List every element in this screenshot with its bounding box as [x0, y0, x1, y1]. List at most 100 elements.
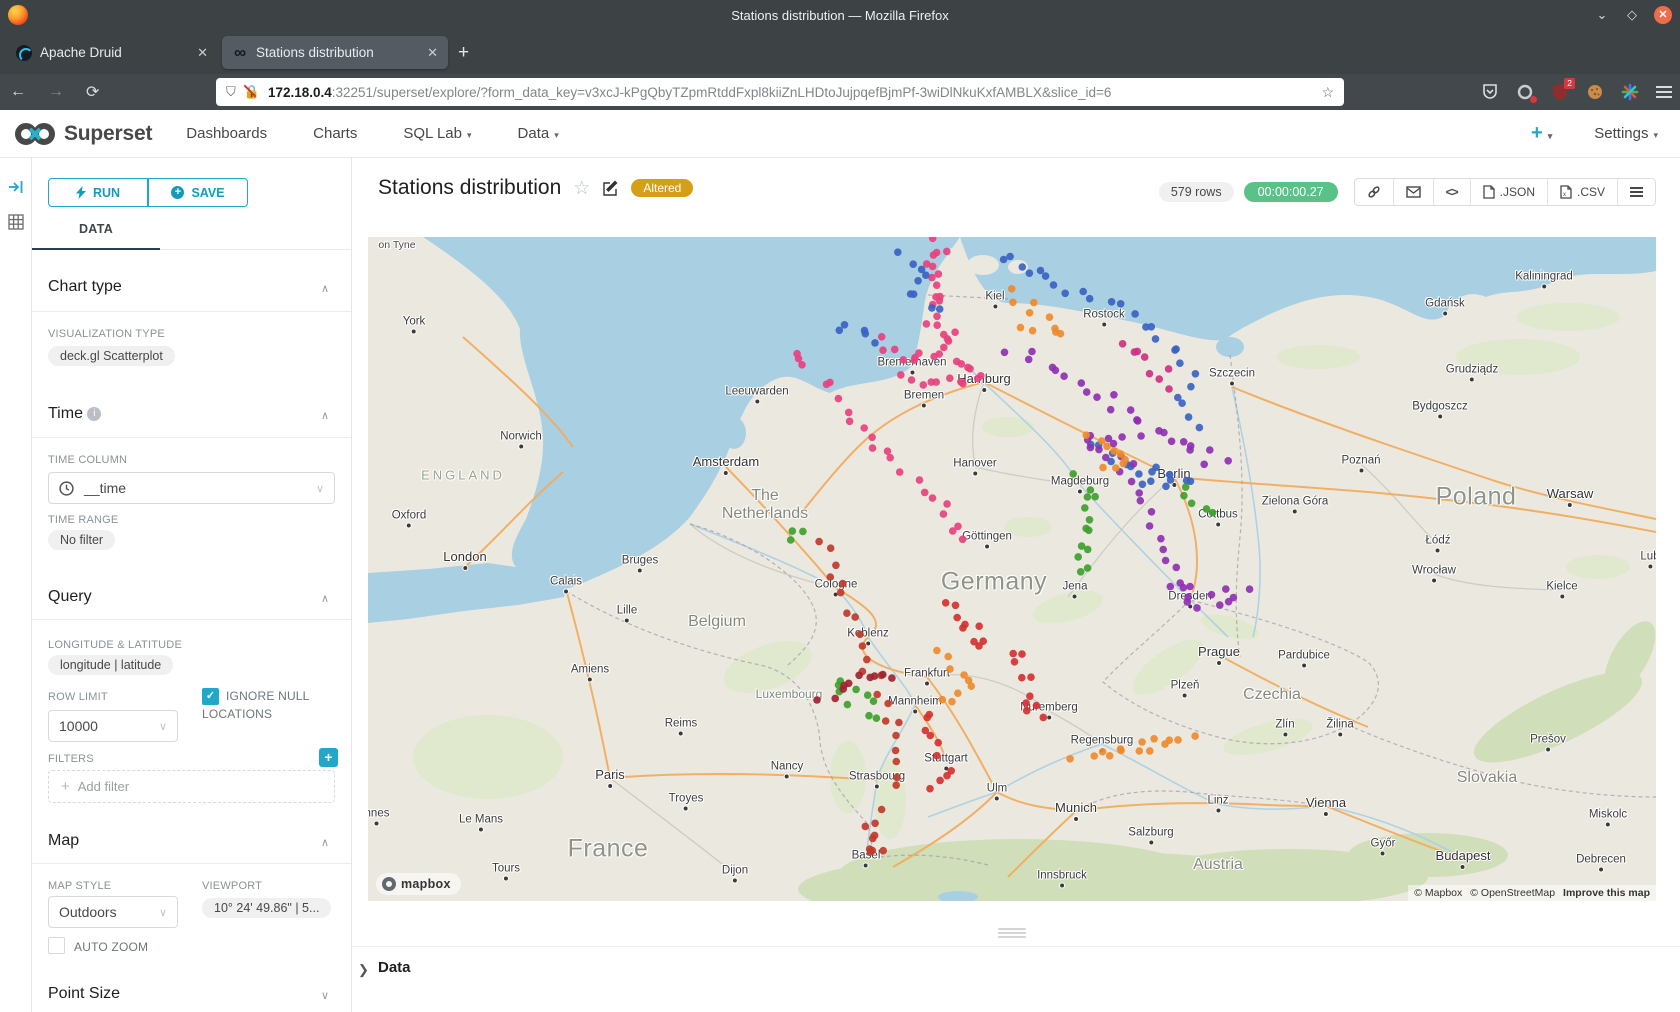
auto-zoom-checkbox[interactable]	[48, 937, 65, 959]
tab-bar: Apache Druid ✕ ∞ Stations distribution ✕…	[0, 30, 1680, 74]
copy-link-button[interactable]	[1355, 179, 1393, 205]
nav-charts[interactable]: Charts	[313, 125, 357, 142]
lonlat-value[interactable]: longitude | latitude	[48, 655, 173, 675]
attrib-osm[interactable]: © OpenStreetMap	[1470, 887, 1555, 899]
extension-alert-badge	[1530, 96, 1537, 103]
maximize-icon[interactable]: ◇	[1624, 7, 1640, 23]
row-count-badge: 579 rows	[1159, 182, 1234, 202]
druid-favicon	[16, 45, 32, 61]
extension-ring-icon[interactable]	[1516, 83, 1534, 101]
nav-data[interactable]: Data▾	[518, 125, 559, 142]
back-icon[interactable]: ←	[10, 83, 26, 101]
ublock-count-badge: 2	[1564, 78, 1575, 89]
menu-icon[interactable]	[1656, 86, 1672, 98]
tab-close-icon[interactable]: ✕	[197, 45, 208, 61]
superset-logo[interactable]: Superset	[14, 121, 152, 147]
data-panel-toggle[interactable]: ❯ Data	[352, 946, 1680, 1012]
settings-menu[interactable]: Settings▾	[1594, 125, 1658, 142]
favorite-star-icon[interactable]: ☆	[573, 177, 590, 200]
forward-icon[interactable]: →	[48, 83, 64, 101]
nav-dashboards[interactable]: Dashboards	[186, 125, 267, 142]
mapbox-icon	[382, 877, 396, 891]
menu-icon	[1630, 185, 1643, 199]
control-panel: RUN + SAVE DATA Chart type ∧ VISUALIZATI…	[32, 158, 352, 1012]
superset-favicon: ∞	[232, 45, 248, 61]
tab-data[interactable]: DATA	[32, 210, 160, 250]
nav-sql-lab[interactable]: SQL Lab▾	[403, 125, 471, 142]
chevron-down-icon[interactable]: ∨	[321, 989, 329, 1002]
mapbox-logo[interactable]: mapbox	[376, 873, 461, 895]
brand-name: Superset	[64, 122, 152, 146]
viz-type-value[interactable]: deck.gl Scatterplot	[48, 346, 175, 366]
plus-icon: +	[61, 778, 70, 795]
export-csv-button[interactable]: x .CSV	[1547, 179, 1617, 205]
pinwheel-extension-icon[interactable]	[1621, 83, 1639, 101]
time-range-value[interactable]: No filter	[48, 530, 115, 550]
time-column-label: TIME COLUMN	[48, 454, 127, 466]
tab-stations-distribution[interactable]: ∞ Stations distribution ✕	[222, 36, 448, 69]
left-rail	[0, 158, 32, 1012]
ublock-icon[interactable]: 2	[1551, 83, 1569, 101]
time-column-select[interactable]: __time ∨	[48, 472, 335, 504]
section-map[interactable]: Map	[48, 832, 79, 850]
chevron-up-icon[interactable]: ∧	[321, 592, 329, 605]
resize-handle[interactable]	[998, 926, 1026, 940]
lock-insecure-icon[interactable]: 🔒	[244, 84, 260, 100]
attrib-mapbox[interactable]: © Mapbox	[1414, 887, 1462, 899]
collapse-panel-icon[interactable]	[8, 180, 24, 199]
window-titlebar: Stations distribution — Mozilla Firefox …	[0, 0, 1680, 30]
section-chart-type[interactable]: Chart type	[48, 278, 122, 296]
file-icon: x	[1560, 185, 1572, 199]
add-filter-plus-button[interactable]: +	[319, 748, 338, 767]
add-filter-box[interactable]: + Add filter	[48, 770, 335, 803]
email-button[interactable]	[1393, 179, 1433, 205]
tab-apache-druid[interactable]: Apache Druid ✕	[6, 36, 218, 69]
bookmark-star-icon[interactable]: ☆	[1321, 84, 1334, 101]
envelope-icon	[1406, 186, 1421, 198]
chevron-down-icon: ▾	[467, 130, 472, 140]
url-text: 172.18.0.4:32251/superset/explore/?form_…	[268, 85, 1313, 100]
cookie-icon[interactable]	[1586, 83, 1604, 101]
chevron-down-icon: ▾	[1548, 131, 1553, 141]
export-json-button[interactable]: .JSON	[1470, 179, 1547, 205]
query-timer-badge: 00:00:00.27	[1244, 182, 1338, 202]
lightning-icon	[76, 186, 86, 199]
minimize-icon[interactable]: ⌄	[1594, 7, 1610, 23]
deckgl-map[interactable]: on TyneYorkNorwichOxfordLondonENGLANDCal…	[368, 237, 1656, 901]
chevron-up-icon[interactable]: ∧	[321, 409, 329, 422]
close-icon[interactable]: ✕	[1654, 6, 1672, 24]
dataset-grid-icon[interactable]	[8, 214, 24, 235]
chart-title: Stations distribution	[378, 176, 561, 200]
attrib-improve-link[interactable]: Improve this map	[1563, 887, 1650, 899]
pocket-icon[interactable]	[1481, 83, 1499, 101]
chevron-up-icon[interactable]: ∧	[321, 282, 329, 295]
url-input[interactable]: ⛉ 🔒 172.18.0.4:32251/superset/explore/?f…	[216, 78, 1344, 106]
more-options-button[interactable]	[1617, 179, 1655, 205]
viewport-value[interactable]: 10° 24' 49.86" | 5...	[202, 898, 331, 918]
section-query[interactable]: Query	[48, 588, 92, 606]
chevron-up-icon[interactable]: ∧	[321, 836, 329, 849]
shield-icon[interactable]: ⛉	[226, 84, 236, 100]
auto-zoom-label: AUTO ZOOM	[74, 940, 148, 954]
ignore-null-checkbox[interactable]: ✓	[202, 686, 219, 705]
firefox-icon	[8, 5, 28, 25]
chevron-down-icon: ∨	[316, 482, 324, 495]
section-point-size[interactable]: Point Size	[48, 985, 120, 1003]
run-button[interactable]: RUN	[48, 178, 148, 207]
embed-code-button[interactable]: <>	[1433, 179, 1470, 205]
tab-close-icon[interactable]: ✕	[427, 45, 438, 61]
map-style-select[interactable]: Outdoors ∨	[48, 896, 178, 928]
row-limit-select[interactable]: 10000 ∨	[48, 710, 178, 742]
reload-icon[interactable]: ⟳	[86, 82, 99, 102]
chevron-down-icon: ∨	[159, 906, 167, 919]
new-tab-button[interactable]: +	[458, 42, 469, 64]
row-limit-label: ROW LIMIT	[48, 691, 108, 703]
code-icon: <>	[1446, 185, 1458, 199]
plus-circle-icon: +	[171, 186, 184, 199]
edit-icon[interactable]	[602, 180, 619, 197]
new-chart-button[interactable]: +▾	[1531, 122, 1552, 145]
altered-badge: Altered	[631, 179, 693, 197]
section-time[interactable]: Time i	[48, 405, 101, 423]
superset-header: Superset Dashboards Charts SQL Lab▾ Data…	[0, 110, 1680, 158]
save-button[interactable]: + SAVE	[148, 178, 248, 207]
